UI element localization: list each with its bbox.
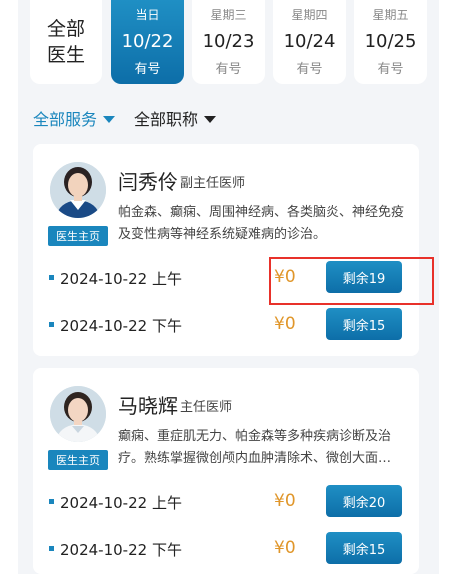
doctor-title: 主任医师 [180,400,233,415]
doctor-avatar [50,162,106,218]
bullet-icon [49,546,54,551]
day-tab-fri[interactable]: 星期五 10/25 有号 [354,0,427,84]
book-slot-button[interactable]: 剩余20 [326,485,402,517]
bullet-icon [49,499,54,504]
titles-filter-label: 全部职称 [134,110,199,129]
slot-price: ¥0 [274,314,296,334]
day-date: 10/25 [364,31,417,52]
bullet-icon [49,322,54,327]
day-weekday: 星期四 [291,8,328,22]
book-slot-button[interactable]: 剩余15 [326,308,402,340]
day-date: 10/24 [283,31,336,52]
day-tab-thu[interactable]: 星期四 10/24 有号 [273,0,346,84]
caret-down-icon [103,115,116,123]
all-doctors-button[interactable]: 全部 医生 [30,0,102,84]
doctor-description: 帕金森、癫痫、周围神经病、各类脑炎、神经免疫及变性病等神经系统疑难病的诊治。 [118,205,405,242]
day-tab-wed[interactable]: 星期三 10/23 有号 [192,0,265,84]
highlight-box [269,257,434,305]
all-doctors-line2: 医生 [46,44,85,66]
caret-down-icon [204,115,217,123]
appointment-slot: 2024-10-22 下午 ¥0 剩余15 [33,532,419,568]
avatar-portrait-icon [50,162,106,218]
doctor-card[interactable]: 医生主页 马晓辉 主任医师 癫痫、重症肌无力、帕金森等多种疾病诊断及治疗。熟练掌… [33,368,419,574]
book-slot-button[interactable]: 剩余15 [326,532,402,564]
doctor-home-button[interactable]: 医生主页 [48,226,108,246]
all-doctors-line1: 全部 [46,18,85,40]
doctor-avatar [50,386,106,442]
day-status: 有号 [134,62,161,77]
services-filter-label: 全部服务 [33,110,98,129]
day-date: 10/23 [202,31,255,52]
day-date: 10/22 [121,31,174,52]
titles-filter[interactable]: 全部职称 [134,106,217,130]
slot-time: 2024-10-22 下午 [60,541,182,559]
slot-price: ¥0 [274,491,296,511]
doctor-title: 副主任医师 [180,176,246,191]
day-status: 有号 [296,62,323,77]
day-tab-today[interactable]: 当日 10/22 有号 [111,0,184,84]
doctor-name: 马晓辉 [118,394,178,418]
services-filter[interactable]: 全部服务 [33,106,116,130]
slot-price: ¥0 [274,538,296,558]
day-status: 有号 [215,62,242,77]
avatar-portrait-icon [50,386,106,442]
doctor-card[interactable]: 医生主页 闫秀伶 副主任医师 帕金森、癫痫、周围神经病、各类脑炎、神经免疫及变性… [33,144,419,356]
day-weekday: 星期三 [210,8,247,22]
appointment-slot: 2024-10-22 上午 ¥0 剩余20 [33,485,419,521]
appointment-slot: 2024-10-22 下午 ¥0 剩余15 [33,308,419,344]
day-weekday: 星期五 [372,8,409,22]
doctor-description: 癫痫、重症肌无力、帕金森等多种疾病诊断及治疗。熟练掌握微创颅内血肿清除术、微创大… [118,429,392,466]
slot-time: 2024-10-22 上午 [60,494,182,512]
doctor-name: 闫秀伶 [118,170,178,194]
day-status: 有号 [377,62,404,77]
slot-time: 2024-10-22 下午 [60,317,182,335]
day-weekday: 当日 [135,8,160,22]
bullet-icon [49,275,54,280]
doctor-home-button[interactable]: 医生主页 [48,450,108,470]
slot-time: 2024-10-22 上午 [60,270,182,288]
